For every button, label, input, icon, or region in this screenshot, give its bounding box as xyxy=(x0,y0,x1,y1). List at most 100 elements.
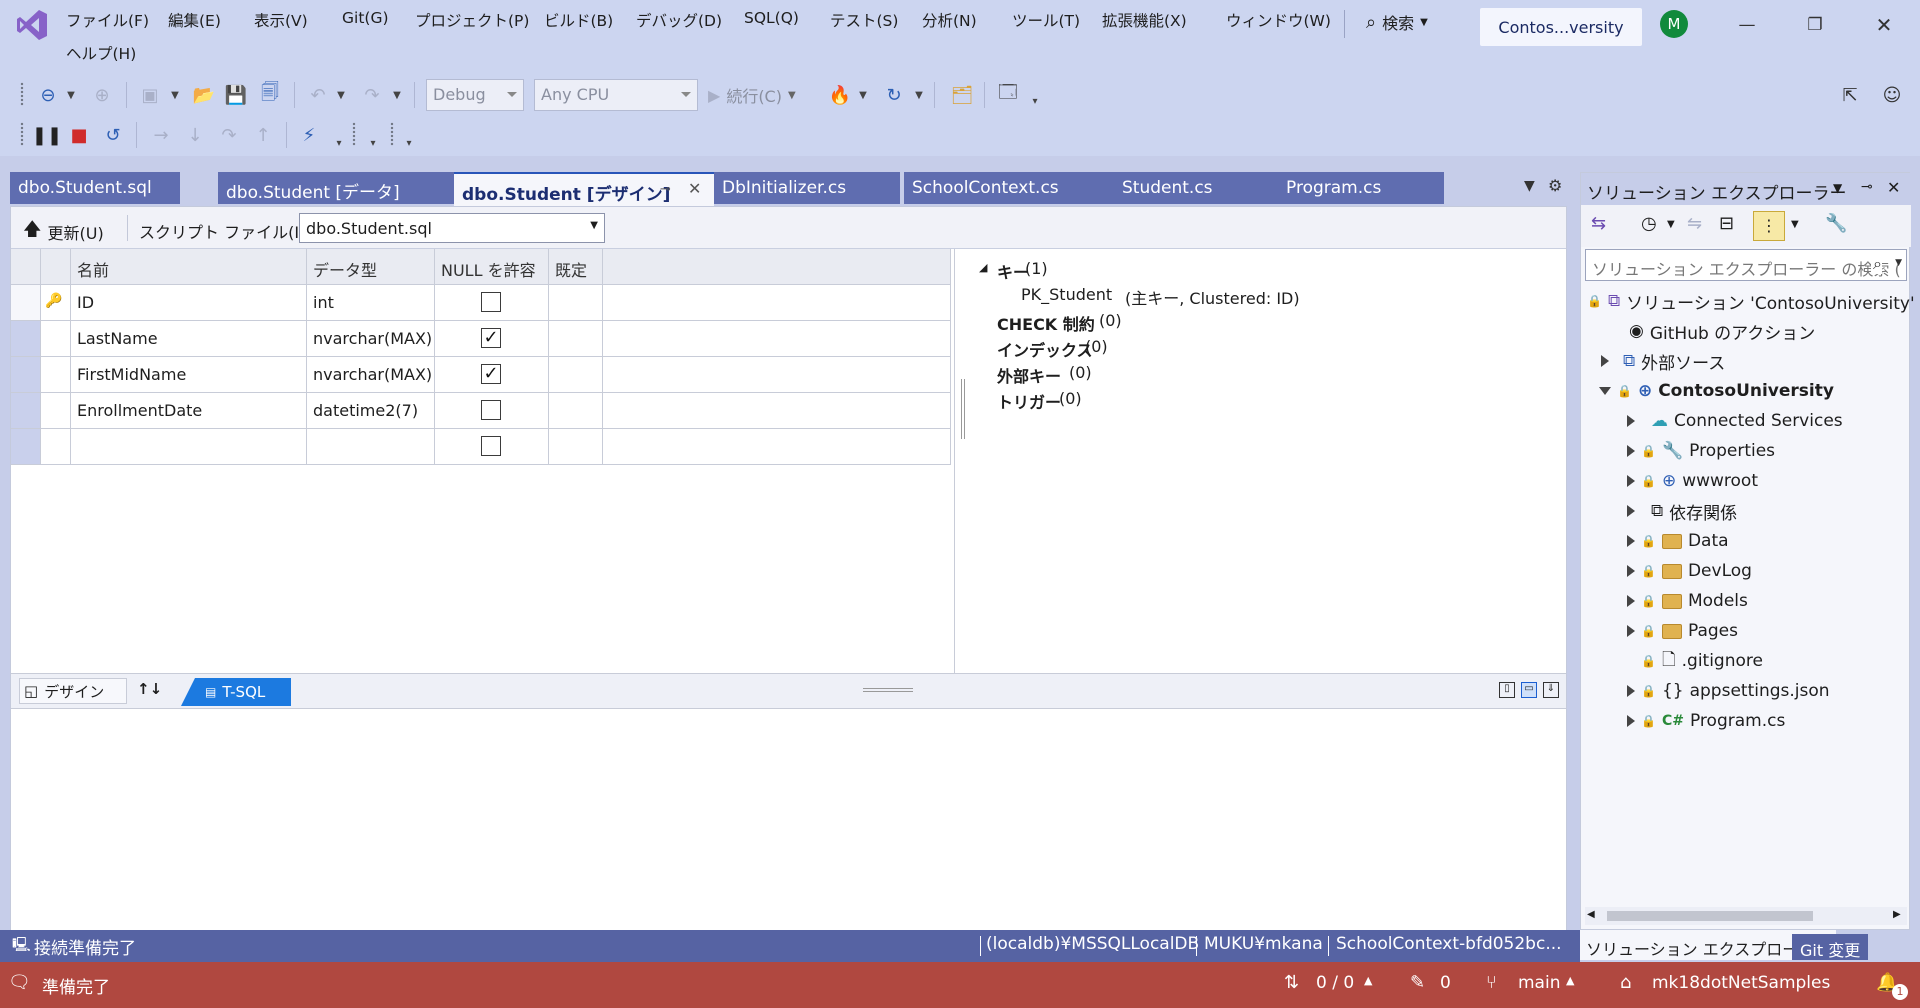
chevron-down-icon[interactable]: ▼ xyxy=(1895,258,1902,268)
cell-type[interactable]: datetime2(7) xyxy=(307,393,435,429)
swap-panes-button[interactable]: ↑↓ xyxy=(137,680,162,698)
step-into-icon[interactable]: ↓ xyxy=(182,120,208,150)
row-selector[interactable] xyxy=(11,357,41,393)
cell-name[interactable]: FirstMidName xyxy=(71,357,307,393)
cell-name[interactable]: LastName xyxy=(71,321,307,357)
menu-build[interactable]: ビルド(B) xyxy=(544,9,613,31)
cell-name[interactable]: EnrollmentDate xyxy=(71,393,307,429)
scroll-right-icon[interactable]: ▶ xyxy=(1893,909,1901,920)
chevron-down-icon[interactable]: ▼ xyxy=(334,80,348,110)
expand-icon[interactable] xyxy=(1627,505,1635,517)
menu-test[interactable]: テスト(S) xyxy=(830,9,898,31)
menu-debug[interactable]: デバッグ(D) xyxy=(636,9,722,31)
menu-extensions[interactable]: 拡張機能(X) xyxy=(1102,9,1187,31)
close-button[interactable]: ✕ xyxy=(1864,8,1904,42)
toolbar-grip[interactable] xyxy=(390,122,394,146)
nullable-checkbox[interactable] xyxy=(481,436,501,456)
pin-icon[interactable]: ⊸ xyxy=(1861,179,1873,195)
expand-icon[interactable] xyxy=(1627,715,1635,727)
refresh-icon[interactable]: ↻ xyxy=(880,80,908,110)
restart-icon[interactable]: ↺ xyxy=(100,120,126,150)
chevron-down-icon[interactable]: ▼ xyxy=(1833,181,1842,195)
collapse-pane-icon[interactable]: ⇓ xyxy=(1543,682,1559,698)
horizontal-split-icon[interactable]: ▭ xyxy=(1521,682,1537,698)
toolbar-overflow-icon[interactable]: ▾ xyxy=(332,128,346,158)
platform-select[interactable]: Any CPU xyxy=(534,79,698,111)
toolbar-overflow-icon[interactable]: ▾ xyxy=(1028,86,1042,116)
pending-edits-count[interactable]: 0 xyxy=(1440,973,1451,993)
pencil-icon[interactable]: ✎ xyxy=(1410,972,1425,993)
branch-icon[interactable]: ⑂ xyxy=(1486,972,1497,993)
cell-name[interactable]: ID xyxy=(71,285,307,321)
chevron-down-icon[interactable]: ▼ xyxy=(1667,219,1675,230)
tree-folder-data[interactable]: 🔒 Data xyxy=(1627,527,1729,555)
solution-explorer-search[interactable]: ソリューション エクスプローラー の検索 ( ⌕ ▼ xyxy=(1585,249,1907,281)
column-header-nullable[interactable]: NULL を許容 xyxy=(435,249,549,285)
vertical-split-icon[interactable]: ▯ xyxy=(1499,682,1515,698)
tree-wwwroot[interactable]: 🔒 ⊕ wwwroot xyxy=(1627,467,1758,495)
chevron-down-icon[interactable]: ▼ xyxy=(168,80,182,110)
switch-views-icon[interactable]: ⇆ xyxy=(1591,213,1606,234)
menu-sql[interactable]: SQL(Q) xyxy=(744,9,799,27)
show-all-files-icon[interactable]: ⋮ xyxy=(1753,211,1785,241)
hot-reload-icon[interactable]: 🔥 xyxy=(826,80,854,110)
repository-name[interactable]: mk18dotNetSamples xyxy=(1652,973,1830,993)
tree-dependencies[interactable]: ⧉ 依存関係 xyxy=(1627,497,1737,525)
sync-arrows-icon[interactable]: ⇅ xyxy=(1284,972,1299,993)
cell-default[interactable] xyxy=(549,285,603,321)
cell-default[interactable] xyxy=(549,321,603,357)
undo-icon[interactable]: ↶ xyxy=(304,80,332,110)
feedback-icon[interactable]: ☺ xyxy=(1878,80,1906,110)
repository-icon[interactable]: ⌂ xyxy=(1620,972,1631,993)
menu-analyze[interactable]: 分析(N) xyxy=(922,9,977,31)
cell-name-new[interactable] xyxy=(71,429,307,465)
expand-icon[interactable] xyxy=(1627,625,1635,637)
close-icon[interactable]: ✕ xyxy=(1887,178,1900,197)
tab-student-data[interactable]: dbo.Student [データ] xyxy=(218,172,454,204)
nullable-checkbox[interactable] xyxy=(481,400,501,420)
cell-type[interactable]: int xyxy=(307,285,435,321)
tab-schoolcontext[interactable]: SchoolContext.cs xyxy=(904,172,1118,204)
save-icon[interactable]: 💾 xyxy=(222,80,250,110)
open-folder-icon[interactable]: 📂 xyxy=(190,80,218,110)
show-next-statement-icon[interactable]: → xyxy=(148,120,174,150)
close-icon[interactable]: ✕ xyxy=(688,179,701,198)
nullable-checkbox[interactable]: ✓ xyxy=(481,364,501,384)
chevron-down-icon[interactable]: ▼ xyxy=(912,80,926,110)
menu-file[interactable]: ファイル(F) xyxy=(66,9,149,31)
cell-default[interactable] xyxy=(549,393,603,429)
menu-git[interactable]: Git(G) xyxy=(342,9,389,27)
expand-icon[interactable] xyxy=(1627,535,1635,547)
expand-icon[interactable] xyxy=(1627,565,1635,577)
tree-properties[interactable]: 🔒 🔧 Properties xyxy=(1627,437,1775,465)
redo-icon[interactable]: ↷ xyxy=(358,80,386,110)
tree-github-actions[interactable]: ◉ GitHub のアクション xyxy=(1629,317,1815,345)
tree-file-program[interactable]: 🔒 C# Program.cs xyxy=(1627,707,1785,735)
chevron-down-icon[interactable]: ▼ xyxy=(390,80,404,110)
pin-icon[interactable]: ⊸ xyxy=(660,182,671,197)
cell-type[interactable]: nvarchar(MAX) xyxy=(307,321,435,357)
step-out-icon[interactable]: ↑ xyxy=(250,120,276,150)
indexes-label[interactable]: インデックス xyxy=(997,337,1093,361)
cell-default[interactable] xyxy=(549,357,603,393)
sync-counter[interactable]: 0 / 0 xyxy=(1316,973,1354,993)
toolbar-grip[interactable] xyxy=(352,122,356,146)
forward-icon[interactable]: ⊕ xyxy=(88,80,116,110)
chevron-down-icon[interactable]: ▼ xyxy=(64,80,78,110)
column-header-name[interactable]: 名前 xyxy=(71,249,307,285)
chevron-down-icon[interactable]: ▼ xyxy=(856,80,870,110)
minimize-button[interactable]: — xyxy=(1727,8,1767,42)
restore-button[interactable]: ❐ xyxy=(1795,8,1835,42)
tab-list-dropdown-icon[interactable]: ▼ xyxy=(1524,178,1535,194)
foreign-keys-label[interactable]: 外部キー xyxy=(997,363,1061,387)
expand-icon[interactable] xyxy=(1627,475,1635,487)
window-layout-icon[interactable]: 🗔 xyxy=(994,80,1022,110)
column-header-type[interactable]: データ型 xyxy=(307,249,435,285)
tab-git-changes[interactable]: Git 変更 xyxy=(1792,934,1869,960)
toolbar-overflow-icon[interactable]: ▾ xyxy=(402,128,416,158)
tree-file-gitignore[interactable]: 🔒 🗋 .gitignore xyxy=(1641,647,1763,675)
tab-student-sql[interactable]: dbo.Student.sql xyxy=(10,172,180,204)
chevron-up-icon[interactable]: ▲ xyxy=(1364,974,1372,987)
expand-icon[interactable] xyxy=(1627,415,1635,427)
tree-external-sources[interactable]: ⧉ 外部ソース xyxy=(1601,347,1725,375)
